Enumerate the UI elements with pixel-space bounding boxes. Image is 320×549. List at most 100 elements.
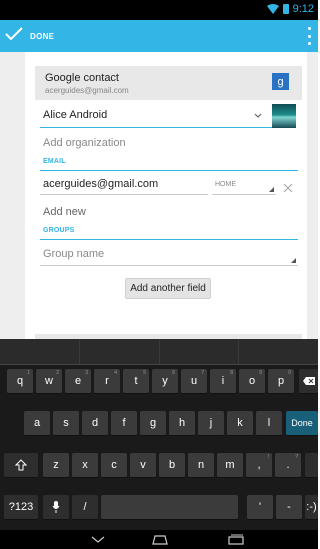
key-label: c (111, 459, 117, 471)
key-t[interactable]: t5 (123, 369, 149, 394)
overflow-menu-icon[interactable] (306, 27, 312, 45)
done-label: DONE (30, 31, 55, 41)
suggestion-slot[interactable] (160, 339, 240, 364)
key-j[interactable]: j (198, 411, 224, 436)
done-button[interactable]: DONE (4, 24, 54, 48)
suggestion-strip (0, 339, 318, 365)
key-q[interactable]: q1 (7, 369, 33, 394)
key-label: w (45, 375, 53, 387)
key-r[interactable]: r4 (94, 369, 120, 394)
chevron-down-icon[interactable] (252, 109, 264, 121)
key-c[interactable]: c (101, 453, 127, 478)
key-label: n (197, 459, 205, 471)
key-label: y (162, 375, 168, 387)
key-label: v (140, 459, 146, 471)
action-bar: DONE (0, 20, 318, 52)
key-i[interactable]: i8 (210, 369, 236, 394)
key-label: . (286, 459, 290, 471)
microphone-key[interactable] (43, 495, 69, 520)
key-label: q (16, 375, 24, 387)
key-hint: 4 (114, 370, 117, 376)
key-apostrophe[interactable]: ' (247, 495, 273, 520)
symbols-key[interactable]: ?123 (4, 495, 38, 520)
key-dash[interactable]: - (276, 495, 302, 520)
shift-key-right[interactable] (305, 453, 318, 478)
key-v[interactable]: v (130, 453, 156, 478)
space-key[interactable] (101, 495, 238, 520)
done-key[interactable]: Done (286, 411, 318, 436)
checkmark-icon (4, 26, 24, 47)
key-z[interactable]: z (43, 453, 69, 478)
remove-email-icon[interactable] (283, 180, 293, 193)
key-u[interactable]: u7 (181, 369, 207, 394)
home-icon[interactable] (150, 533, 170, 546)
suggestion-slot[interactable] (239, 339, 318, 364)
key-l[interactable]: l (256, 411, 282, 436)
email-field[interactable]: acerguides@gmail.com (40, 175, 208, 195)
key-label: z (53, 459, 59, 471)
suggestion-slot[interactable] (80, 339, 160, 364)
key-label: m (225, 459, 235, 471)
key-f[interactable]: f (111, 411, 137, 436)
key-comma[interactable]: ,! (246, 453, 272, 478)
key-d[interactable]: d (82, 411, 108, 436)
key-hint: 3 (85, 370, 88, 376)
key-label: ?123 (8, 501, 34, 513)
key-w[interactable]: w2 (36, 369, 62, 394)
key-label: ' (258, 501, 262, 513)
email-section-label: EMAIL (43, 158, 66, 165)
shift-icon (15, 459, 27, 471)
soft-keyboard: q 1 w 2 e 3 r 4 t 5 y 6 u 7 i 8 o 9 p 0 a s d f g h j k l Done z x c v b n m… (0, 339, 318, 530)
key-h[interactable]: h (169, 411, 195, 436)
suggestion-slot[interactable] (0, 339, 80, 364)
key-k[interactable]: k (227, 411, 253, 436)
backspace-icon (302, 377, 315, 385)
name-field[interactable]: Alice Android (40, 106, 272, 128)
email-type-spinner[interactable]: HOME (212, 175, 276, 195)
back-icon[interactable] (88, 533, 108, 546)
add-organization-field[interactable]: Add organization (43, 137, 126, 149)
key-o[interactable]: o9 (239, 369, 265, 394)
key-label: x (82, 459, 88, 471)
key-label: , (257, 459, 261, 471)
add-another-field-button[interactable]: Add another field (125, 278, 211, 299)
key-label: - (287, 501, 291, 513)
contact-photo[interactable] (272, 104, 296, 128)
navigation-bar (0, 530, 318, 549)
key-b[interactable]: b (159, 453, 185, 478)
smiley-key[interactable]: :-) (305, 495, 318, 520)
key-y[interactable]: y6 (152, 369, 178, 394)
key-hint: 5 (143, 370, 146, 376)
key-label: h (178, 417, 186, 429)
key-m[interactable]: m (217, 453, 243, 478)
key-slash[interactable]: / (72, 495, 98, 520)
key-hint: ! (267, 454, 269, 460)
key-label: g (149, 417, 157, 429)
email-section-divider (40, 170, 298, 171)
shift-key[interactable] (4, 453, 38, 478)
key-n[interactable]: n (188, 453, 214, 478)
key-period[interactable]: .? (275, 453, 301, 478)
microphone-icon (52, 501, 60, 513)
backspace-key[interactable] (299, 369, 318, 394)
group-name-field[interactable]: Group name (40, 244, 298, 266)
group-name-placeholder: Group name (43, 248, 105, 260)
key-hint: 6 (172, 370, 175, 376)
key-s[interactable]: s (53, 411, 79, 436)
recents-icon[interactable] (226, 533, 246, 546)
key-label: t (134, 375, 138, 387)
key-label: e (74, 375, 82, 387)
key-x[interactable]: x (72, 453, 98, 478)
wifi-icon (266, 4, 279, 14)
key-label: k (237, 417, 243, 429)
key-label: l (267, 417, 271, 429)
key-p[interactable]: p0 (268, 369, 294, 394)
add-new-email[interactable]: Add new (43, 206, 86, 218)
key-e[interactable]: e3 (65, 369, 91, 394)
clock: 9:12 (292, 3, 314, 15)
key-hint: 7 (201, 370, 204, 376)
key-a[interactable]: a (24, 411, 50, 436)
key-label: b (168, 459, 176, 471)
key-g[interactable]: g (140, 411, 166, 436)
key-hint: ? (295, 454, 298, 460)
